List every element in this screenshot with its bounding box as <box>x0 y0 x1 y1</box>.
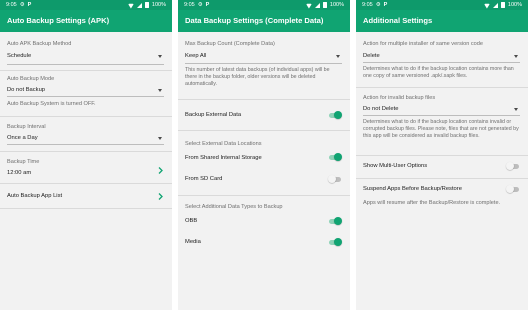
setting-label: Show Multi-User Options <box>363 163 428 169</box>
divider <box>178 130 350 131</box>
setting-label: Max Backup Count (Complete Data) <box>185 41 275 47</box>
battery-level: 100% <box>151 2 166 8</box>
battery-icon <box>144 2 149 8</box>
backup-time-setting[interactable]: Backup Time 12:00 am <box>0 152 172 184</box>
media-setting[interactable]: Media <box>178 235 350 251</box>
shared-storage-toggle[interactable] <box>328 153 342 161</box>
shared-storage-setting[interactable]: From Shared Internal Storage <box>178 150 350 166</box>
chevron-right-icon <box>158 167 163 174</box>
multi-user-options-setting[interactable]: Show Multi-User Options <box>356 156 528 178</box>
wifi-icon <box>484 3 490 8</box>
divider <box>0 208 172 209</box>
sd-card-setting[interactable]: From SD Card <box>178 172 350 188</box>
setting-label: Media <box>185 239 201 245</box>
auto-backup-app-list-setting[interactable]: Auto Backup App List <box>0 184 172 208</box>
suspend-apps-setting[interactable]: Suspend Apps Before Backup/Restore Apps … <box>356 179 528 213</box>
wifi-icon <box>306 3 312 8</box>
setting-label: Backup External Data <box>185 112 242 118</box>
battery-level: 100% <box>329 2 344 8</box>
page-title: Data Backup Settings (Complete Data) <box>178 10 350 32</box>
signal-icon <box>314 2 320 8</box>
battery-icon <box>322 2 327 8</box>
dropdown-arrow-icon <box>514 55 518 58</box>
setting-label: Auto Backup App List <box>7 193 63 199</box>
media-toggle[interactable] <box>328 238 342 246</box>
max-backup-count-description: This number of latest data backups (of i… <box>185 67 330 87</box>
max-backup-count-dropdown[interactable]: Keep All <box>185 53 206 59</box>
backup-interval-dropdown[interactable]: Once a Day <box>7 135 38 141</box>
divider <box>0 116 172 117</box>
auto-backup-mode-dropdown[interactable]: Do not Backup <box>7 87 45 93</box>
setting-label: Backup Interval <box>7 124 46 130</box>
backup-interval-setting[interactable]: Backup Interval Once a Day <box>0 118 172 150</box>
backup-time-value: 12:00 am <box>7 170 32 176</box>
multiple-installer-description: Determines what to do if the backup loca… <box>363 66 514 79</box>
page-title: Auto Backup Settings (APK) <box>0 10 172 32</box>
setting-label: Backup Time <box>7 159 40 165</box>
divider <box>178 195 350 196</box>
p-icon: P <box>383 2 388 8</box>
additional-settings-screen: 9:05 ⚙ P 100% Additional Settings Action… <box>356 0 528 310</box>
invalid-backup-files-description: Determines what to do if the backup loca… <box>363 119 519 139</box>
p-icon: P <box>27 2 32 8</box>
dropdown-arrow-icon <box>514 108 518 111</box>
settings-icon: ⚙ <box>197 2 203 8</box>
settings-icon: ⚙ <box>19 2 25 8</box>
battery-level: 100% <box>507 2 522 8</box>
setting-label: OBB <box>185 218 198 224</box>
data-backup-settings-screen: 9:05 ⚙ P 100% Data Backup Settings (Comp… <box>178 0 350 310</box>
multiple-installer-setting[interactable]: Action for multiple installer of same ve… <box>356 38 528 88</box>
signal-icon <box>492 2 498 8</box>
invalid-backup-files-setting[interactable]: Action for invalid backup files Do not D… <box>356 88 528 154</box>
obb-setting[interactable]: OBB <box>178 214 350 230</box>
multiple-installer-dropdown[interactable]: Delete <box>363 53 380 59</box>
setting-label: From Shared Internal Storage <box>185 155 262 161</box>
status-bar: 9:05 ⚙ P 100% <box>356 0 528 10</box>
status-time: 9:05 <box>6 2 17 8</box>
signal-icon <box>136 2 142 8</box>
backup-external-data-setting[interactable]: Backup External Data <box>178 100 350 130</box>
suspend-apps-toggle[interactable] <box>506 185 520 193</box>
section-header-additional-types: Select Additional Data Types to Backup <box>185 204 283 210</box>
dropdown-arrow-icon <box>158 89 162 92</box>
battery-icon <box>500 2 505 8</box>
dropdown-arrow-icon <box>336 55 340 58</box>
section-header-external-locations: Select External Data Locations <box>185 141 262 147</box>
suspend-apps-description: Apps will resume after the Backup/Restor… <box>363 200 501 206</box>
p-icon: P <box>205 2 210 8</box>
auto-backup-status-note: Auto Backup System is turned OFF. <box>7 101 96 107</box>
dropdown-arrow-icon <box>158 137 162 140</box>
chevron-right-icon <box>158 193 163 200</box>
obb-toggle[interactable] <box>328 217 342 225</box>
auto-backup-method-dropdown[interactable]: Schedule <box>7 53 31 59</box>
setting-label: Action for invalid backup files <box>363 95 436 101</box>
setting-label: Auto Backup Mode <box>7 76 55 82</box>
status-time: 9:05 <box>362 2 373 8</box>
backup-external-data-toggle[interactable] <box>328 111 342 119</box>
auto-backup-mode-setting[interactable]: Auto Backup Mode Do not Backup Auto Back… <box>0 72 172 114</box>
sd-card-toggle[interactable] <box>328 175 342 183</box>
setting-label: From SD Card <box>185 176 223 182</box>
status-time: 9:05 <box>184 2 195 8</box>
setting-label: Auto APK Backup Method <box>7 41 72 47</box>
max-backup-count-setting[interactable]: Max Backup Count (Complete Data) Keep Al… <box>178 38 350 98</box>
settings-icon: ⚙ <box>375 2 381 8</box>
setting-label: Suspend Apps Before Backup/Restore <box>363 186 462 192</box>
dropdown-arrow-icon <box>158 55 162 58</box>
wifi-icon <box>128 3 134 8</box>
status-bar: 9:05 ⚙ P 100% <box>178 0 350 10</box>
setting-label: Action for multiple installer of same ve… <box>363 41 484 47</box>
divider <box>0 70 172 71</box>
invalid-backup-files-dropdown[interactable]: Do not Delete <box>363 106 398 112</box>
status-bar: 9:05 ⚙ P 100% <box>0 0 172 10</box>
apk-backup-settings-screen: 9:05 ⚙ P 100% Auto Backup Settings (APK)… <box>0 0 172 310</box>
multi-user-options-toggle[interactable] <box>506 162 520 170</box>
auto-backup-method-setting[interactable]: Auto APK Backup Method Schedule <box>0 38 172 72</box>
page-title: Additional Settings <box>356 10 528 32</box>
